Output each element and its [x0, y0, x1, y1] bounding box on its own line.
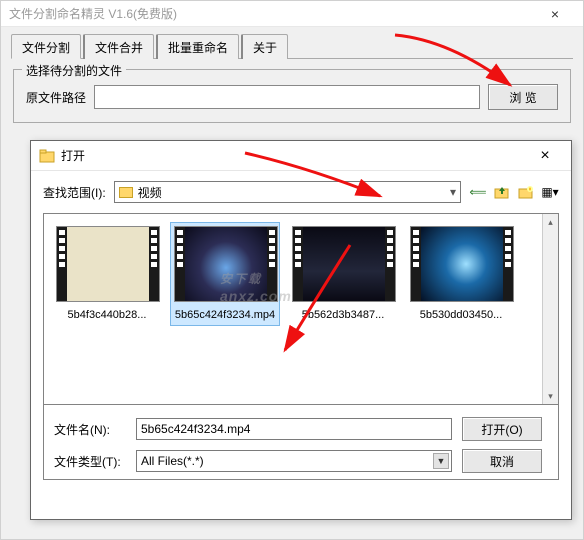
close-icon[interactable]: ×	[535, 6, 575, 22]
scroll-track[interactable]	[543, 230, 558, 388]
path-label: 原文件路径	[26, 89, 86, 106]
file-item[interactable]: 5b530dd03450...	[406, 222, 516, 326]
video-thumb	[56, 226, 160, 302]
dialog-title: 打开	[61, 147, 527, 164]
back-icon[interactable]: ⟸	[469, 183, 487, 201]
file-select-group: 选择待分割的文件 原文件路径 浏 览	[13, 69, 571, 123]
dialog-bottom: 文件名(N): 打开(O) 文件类型(T): All Files(*.*) ▼ …	[43, 405, 559, 480]
lookin-row: 查找范围(I): 视频 ▾ ⟸ ▦▾	[43, 181, 559, 203]
files-row: 5b4f3c440b28... 5b65c424f3234.mp4	[52, 222, 550, 326]
open-button[interactable]: 打开(O)	[462, 417, 542, 441]
filetype-select[interactable]: All Files(*.*) ▼	[136, 450, 452, 472]
file-name: 5b4f3c440b28...	[56, 308, 158, 322]
tabs: 文件分割 文件合并 批量重命名 关于	[11, 33, 573, 59]
main-title: 文件分割命名精灵 V1.6(免费版)	[9, 5, 535, 22]
file-name: 5b530dd03450...	[410, 308, 512, 322]
main-titlebar: 文件分割命名精灵 V1.6(免费版) ×	[1, 1, 583, 27]
lookin-label: 查找范围(I):	[43, 184, 106, 201]
lookin-value: 视频	[138, 184, 162, 201]
chevron-down-icon: ▼	[433, 453, 449, 469]
browse-button[interactable]: 浏 览	[488, 84, 558, 110]
lookin-select[interactable]: 视频 ▾	[114, 181, 461, 203]
scroll-down-icon[interactable]: ▾	[543, 388, 558, 404]
scroll-up-icon[interactable]: ▴	[543, 214, 558, 230]
up-folder-icon[interactable]	[493, 183, 511, 201]
tab-file-split[interactable]: 文件分割	[11, 34, 81, 59]
file-item[interactable]: 5b65c424f3234.mp4	[170, 222, 280, 326]
source-path-input[interactable]	[94, 85, 480, 109]
dialog-icon	[39, 148, 55, 164]
cancel-button[interactable]: 取消	[462, 449, 542, 473]
file-item[interactable]: 5b562d3b3487...	[288, 222, 398, 326]
scrollbar[interactable]: ▴ ▾	[542, 214, 558, 404]
file-list: 5b4f3c440b28... 5b65c424f3234.mp4	[43, 213, 559, 405]
filetype-label: 文件类型(T):	[54, 453, 126, 470]
new-folder-icon[interactable]	[517, 183, 535, 201]
video-thumb	[174, 226, 278, 302]
file-name: 5b65c424f3234.mp4	[174, 308, 276, 322]
tab-file-merge[interactable]: 文件合并	[83, 34, 154, 59]
folder-icon	[119, 187, 133, 198]
dialog-titlebar: 打开 ×	[31, 141, 571, 171]
path-row: 原文件路径 浏 览	[26, 84, 558, 110]
video-thumb	[410, 226, 514, 302]
view-menu-icon[interactable]: ▦▾	[541, 183, 559, 201]
chevron-down-icon: ▾	[450, 185, 456, 199]
dialog-body: 查找范围(I): 视频 ▾ ⟸ ▦▾	[31, 171, 571, 490]
open-dialog: 打开 × 查找范围(I): 视频 ▾ ⟸ ▦▾	[30, 140, 572, 520]
tab-batch-rename[interactable]: 批量重命名	[156, 34, 239, 59]
dialog-toolbar: ⟸ ▦▾	[469, 183, 559, 201]
filetype-value: All Files(*.*)	[141, 454, 204, 468]
tab-about[interactable]: 关于	[241, 34, 288, 59]
filename-label: 文件名(N):	[54, 421, 126, 438]
file-item[interactable]: 5b4f3c440b28...	[52, 222, 162, 326]
group-legend: 选择待分割的文件	[22, 62, 126, 79]
file-name: 5b562d3b3487...	[292, 308, 394, 322]
filename-input[interactable]	[136, 418, 452, 440]
video-thumb	[292, 226, 396, 302]
dialog-close-icon[interactable]: ×	[527, 147, 563, 165]
main-body: 文件分割 文件合并 批量重命名 关于 选择待分割的文件 原文件路径 浏 览	[1, 27, 583, 139]
